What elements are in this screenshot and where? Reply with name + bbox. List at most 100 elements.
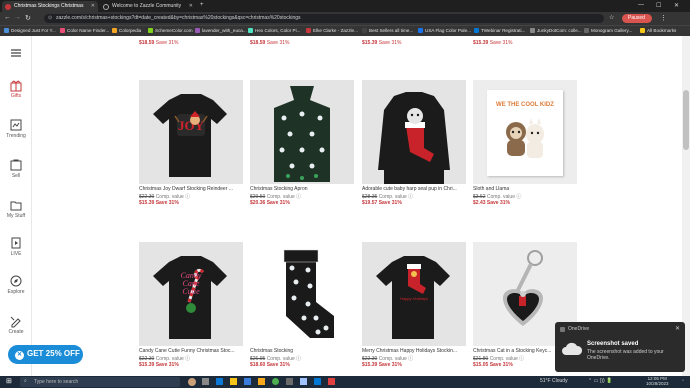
comp-value: $21.80 Comp. value ⓘ: [473, 356, 525, 362]
sale-price: $20.36 Save 31%: [250, 200, 290, 206]
bookmark-item[interactable]: lavender_with_euca...: [195, 28, 247, 33]
pinned-app-icon[interactable]: [328, 378, 335, 385]
promo-label: GET 25% OFF: [27, 349, 80, 358]
promo-discount-button[interactable]: ✕ GET 25% OFF: [8, 345, 83, 364]
new-tab-icon[interactable]: +: [200, 2, 204, 8]
bookmark-item[interactable]: Designed Just For Y...: [4, 28, 56, 33]
product-title[interactable]: Merry Christmas Happy Holidays Stockin..…: [362, 348, 466, 354]
windows-start-icon[interactable]: ⊞: [6, 377, 12, 385]
notification-center-icon[interactable]: ▫: [682, 378, 684, 384]
minimize-icon[interactable]: —: [638, 2, 644, 8]
product-image[interactable]: WE THE COOL KIDZ: [473, 80, 577, 184]
sidebar-item-explore[interactable]: Explore: [0, 274, 32, 295]
product-image[interactable]: [250, 242, 354, 346]
site-info-icon[interactable]: ⊙: [48, 15, 52, 21]
bookmark-item[interactable]: Elke Clarke - Zazzle...: [306, 28, 358, 33]
sidebar-item-label: Gifts: [10, 93, 22, 99]
profile-paused-button[interactable]: Paused: [622, 14, 652, 23]
live-icon: [11, 237, 21, 249]
windows-taskbar: ⊞ ⌕ Type here to search 51°F Cloudy ⌃ ▭ …: [0, 376, 690, 388]
close-icon[interactable]: ✕: [15, 351, 24, 360]
bookmark-item[interactable]: Best Sellers all time...: [362, 28, 413, 33]
cloud-icon: [562, 342, 583, 355]
weather-widget[interactable]: 51°F Cloudy: [540, 378, 568, 384]
taskbar-clock[interactable]: 12:05 PM 10/28/2023: [646, 376, 669, 386]
address-bar[interactable]: ⊙ zazzle.com/s/christmas+stockings?dt=da…: [44, 14, 604, 23]
onedrive-app-icon: [560, 327, 565, 332]
store-app-icon[interactable]: [258, 378, 265, 385]
tab-zazzle-community[interactable]: Welcome to Zazzle Community ✕: [100, 1, 196, 12]
product-title[interactable]: Candy Cane Cutie Funny Christmas Stoc...: [139, 348, 243, 354]
task-view-icon[interactable]: [202, 378, 209, 385]
top-row-price: $18.59 Save 31%: [250, 40, 290, 46]
extensions-icon[interactable]: ⋮: [660, 14, 667, 22]
close-tab-icon[interactable]: ✕: [91, 3, 95, 9]
left-sidebar: Gifts Trending Sell My Stuff LIVE Explor…: [0, 36, 32, 376]
product-image[interactable]: [250, 80, 354, 184]
scrollbar-thumb[interactable]: [683, 90, 689, 150]
back-icon[interactable]: ←: [4, 14, 11, 21]
product-title[interactable]: Christmas Stocking: [250, 348, 354, 354]
system-tray-icons[interactable]: ⌃ ▭ ))) 🔋: [588, 378, 612, 384]
sale-price: $15.05 Save 31%: [473, 362, 513, 368]
product-title[interactable]: Sloth and Llama: [473, 186, 577, 192]
bookmark-star-icon[interactable]: ☆: [609, 14, 614, 21]
pinned-app-icon[interactable]: [300, 378, 307, 385]
product-title[interactable]: Christmas Joy Dwarf Stocking Reindeer ..…: [139, 186, 243, 192]
file-explorer-icon[interactable]: [230, 378, 237, 385]
all-bookmarks-button[interactable]: All Bookmarks: [640, 28, 676, 33]
taskbar-search-placeholder: Type here to search: [34, 379, 79, 385]
close-window-icon[interactable]: ✕: [674, 2, 679, 9]
reload-icon[interactable]: ↻: [25, 14, 31, 22]
bookmark-item[interactable]: USA Flag Color Pale...: [418, 28, 471, 33]
sidebar-item-sell[interactable]: Sell: [0, 158, 32, 179]
bookmark-item[interactable]: Hex Colors, Color Pi...: [248, 28, 300, 33]
sidebar-item-trending[interactable]: Trending: [0, 118, 32, 139]
toast-body: The screenshot was added to your OneDriv…: [587, 349, 664, 361]
sale-price: $15.39 Save 31%: [139, 362, 179, 368]
onedrive-notification[interactable]: OneDrive ✕ Screenshot saved The screensh…: [555, 322, 685, 372]
close-tab-icon[interactable]: ✕: [189, 3, 193, 9]
product-image[interactable]: Candy Cane Cutie: [139, 242, 243, 346]
forward-icon[interactable]: →: [14, 14, 21, 21]
product-image[interactable]: JOY: [139, 80, 243, 184]
product-image[interactable]: [362, 80, 466, 184]
shirt-print-text: Happy Holidays: [399, 296, 428, 301]
product-title[interactable]: Adorable cute baby harp seal pup in Chri…: [362, 186, 466, 192]
pinned-app-icon[interactable]: [286, 378, 293, 385]
sidebar-item-my-stuff[interactable]: My Stuff: [0, 198, 32, 219]
tab-christmas-stockings[interactable]: Christmas Stockings Christmas ✕: [2, 1, 98, 12]
bookmark-item[interactable]: Colorpedia: [112, 28, 141, 33]
hamburger-menu-button[interactable]: [0, 46, 32, 60]
sidebar-item-label: Sell: [11, 173, 21, 179]
bookmark-item[interactable]: JunkyDotCom: colle...: [530, 28, 582, 33]
sale-price: $18.60 Save 31%: [250, 362, 290, 368]
comp-value: $3.52 Comp. value ⓘ: [473, 194, 522, 200]
bookmarks-bar: Designed Just For Y... Color Name Finder…: [0, 25, 690, 36]
bookmark-item[interactable]: TWebinar Registrati...: [474, 28, 525, 33]
comp-value: $22.30 Comp. value ⓘ: [139, 194, 191, 200]
maximize-icon[interactable]: ☐: [656, 2, 661, 9]
mail-app-icon[interactable]: [244, 378, 251, 385]
sidebar-item-create[interactable]: Create: [0, 314, 32, 335]
comp-value: $29.50 Comp. value ⓘ: [250, 194, 302, 200]
comp-value: $22.30 Comp. value ⓘ: [139, 356, 191, 362]
folder-icon: [10, 201, 22, 211]
comp-value: $26.95 Comp. value ⓘ: [250, 356, 302, 362]
pinned-app-icon[interactable]: [314, 378, 321, 385]
zazzle-favicon-icon: [5, 4, 11, 10]
sidebar-item-gifts[interactable]: Gifts: [0, 78, 32, 99]
tab-title: Welcome to Zazzle Community: [112, 3, 182, 9]
close-icon[interactable]: ✕: [675, 325, 680, 332]
bookmark-item[interactable]: Color Name Finder...: [60, 28, 109, 33]
product-title[interactable]: Christmas Stocking Apron: [250, 186, 354, 192]
chrome-browser-icon[interactable]: [272, 378, 279, 385]
avatar[interactable]: [188, 378, 196, 386]
clock-date: 10/28/2023: [646, 381, 669, 386]
bookmark-item[interactable]: SchemeColor.com: [148, 28, 193, 33]
bookmark-item[interactable]: Monogram Gallery...: [584, 28, 632, 33]
sidebar-item-live[interactable]: LIVE: [0, 236, 32, 257]
edge-browser-icon[interactable]: [216, 378, 223, 385]
taskbar-search-box[interactable]: ⌕ Type here to search: [20, 377, 180, 387]
product-image[interactable]: Happy Holidays: [362, 242, 466, 346]
